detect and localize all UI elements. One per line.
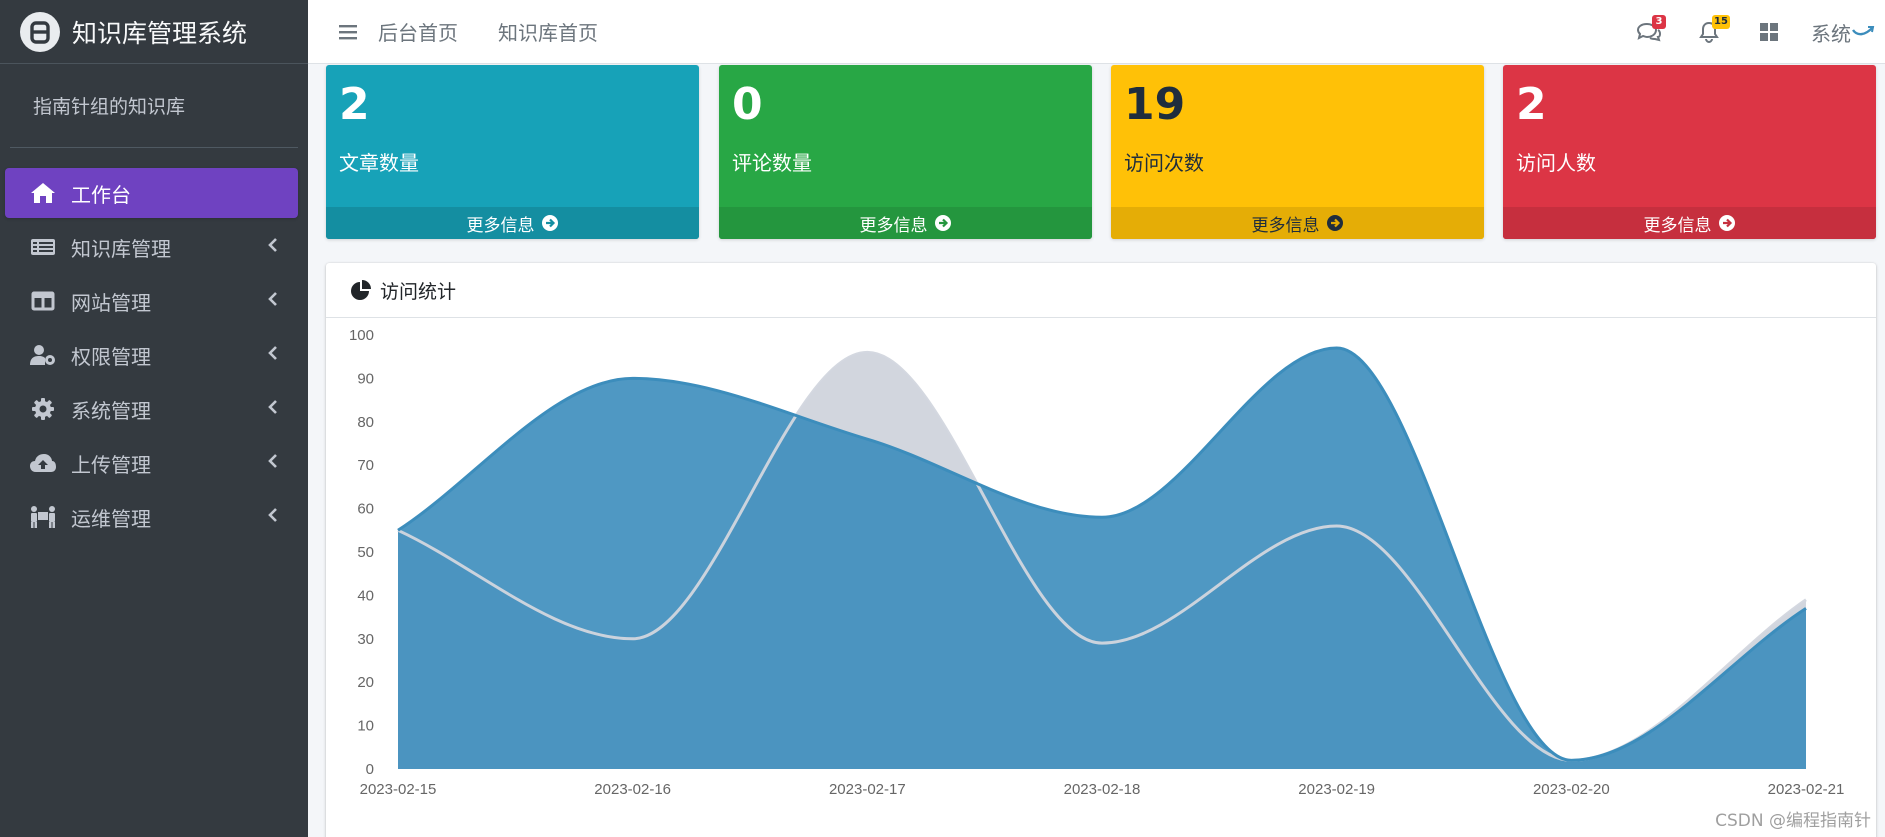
x-tick-label: 2023-02-16 [594, 781, 671, 798]
stat-box-articles: 2 文章数量 更多信息 [326, 65, 699, 239]
hamburger-icon [339, 24, 357, 39]
y-tick-label: 30 [357, 631, 374, 648]
top-navbar: 后台首页 知识库首页 3 15 系统 [308, 0, 1885, 64]
navbar-right: 3 15 系统 [1619, 0, 1885, 64]
stat-label: 评论数量 [732, 151, 812, 175]
sidebar-item-label: 权限管理 [71, 344, 151, 369]
chevron-left-icon [268, 237, 278, 257]
x-tick-label: 2023-02-18 [1064, 781, 1141, 798]
sidebar-item-label: 系统管理 [71, 398, 151, 423]
stat-value: 19 [1124, 79, 1186, 130]
stat-label: 访问次数 [1124, 151, 1204, 175]
app-title: 知识库管理系统 [72, 18, 248, 48]
chevron-left-icon [268, 399, 278, 419]
pie-chart-icon [351, 280, 371, 300]
user-menu-label: 系统 [1811, 21, 1851, 46]
visit-area-chart: 0 10 20 30 40 50 60 70 80 90 100 2023-02-15 2023-02-… [349, 327, 1845, 798]
home-icon [29, 181, 57, 205]
sidebar-item-label: 网站管理 [71, 290, 151, 315]
stat-more-link[interactable]: 更多信息 [719, 207, 1092, 239]
sidebar-nav: 工作台 知识库管理 网站管理 权限管理 系统管理 上传管理 运维管理 [0, 148, 308, 542]
series-area-2 [398, 348, 1806, 769]
sidebar-item-workbench[interactable]: 工作台 [5, 168, 298, 218]
stat-more-label: 更多信息 [466, 215, 535, 236]
stat-value: 2 [339, 79, 370, 130]
arrow-circle-right-icon [1718, 215, 1735, 231]
notifications-badge: 15 [1712, 15, 1730, 29]
y-tick-label: 60 [357, 501, 374, 518]
stat-box-visits: 19 访问次数 更多信息 [1111, 65, 1484, 239]
sidebar-item-upload[interactable]: 上传管理 [5, 438, 298, 488]
columns-icon [29, 289, 57, 313]
user-cog-icon [29, 343, 57, 367]
stat-more-link[interactable]: 更多信息 [1111, 207, 1484, 239]
brand[interactable]: 知识库管理系统 [0, 0, 308, 64]
y-tick-label: 0 [366, 761, 374, 778]
chevron-left-icon [268, 453, 278, 473]
y-tick-label: 10 [357, 718, 374, 735]
cloud-upload-icon [29, 451, 57, 475]
x-tick-label: 2023-02-17 [829, 781, 906, 798]
sidebar-item-permissions[interactable]: 权限管理 [5, 330, 298, 380]
apps-button[interactable] [1739, 0, 1799, 64]
card-header: 访问统计 [326, 263, 1876, 318]
admin-home-link[interactable]: 后台首页 [378, 17, 458, 46]
y-tick-label: 80 [357, 414, 374, 431]
x-tick-label: 2023-02-15 [360, 781, 437, 798]
gear-icon [29, 397, 57, 421]
stat-more-label: 更多信息 [1251, 215, 1320, 236]
user-panel[interactable]: 指南针组的知识库 [10, 64, 298, 148]
arrow-circle-right-icon [541, 215, 558, 231]
stat-label: 文章数量 [339, 151, 419, 175]
sidebar-item-label: 运维管理 [71, 506, 151, 531]
sidebar-item-label: 上传管理 [71, 452, 151, 477]
sidebar-item-system[interactable]: 系统管理 [5, 384, 298, 434]
menu-toggle-button[interactable] [318, 0, 378, 64]
y-tick-label: 40 [357, 587, 374, 604]
stat-label: 访问人数 [1516, 151, 1596, 175]
user-avatar-icon [1852, 26, 1875, 36]
visit-stats-card: 访问统计 0 10 20 30 40 50 60 70 80 90 100 2023-02-15 202… [326, 263, 1876, 837]
stat-box-visitors: 2 访问人数 更多信息 [1503, 65, 1876, 239]
sidebar-item-knowledge-base[interactable]: 知识库管理 [5, 222, 298, 272]
sidebar-item-label: 知识库管理 [71, 236, 171, 261]
stat-more-label: 更多信息 [859, 215, 928, 236]
y-tick-label: 70 [357, 457, 374, 474]
messages-button[interactable]: 3 [1619, 0, 1679, 64]
list-icon [29, 235, 57, 259]
stat-value: 2 [1516, 79, 1547, 130]
user-panel-name: 指南针组的知识库 [33, 96, 186, 118]
y-tick-label: 90 [357, 370, 374, 387]
sidebar-item-ops[interactable]: 运维管理 [5, 492, 298, 542]
stat-more-link[interactable]: 更多信息 [326, 207, 699, 239]
x-tick-label: 2023-02-19 [1298, 781, 1375, 798]
arrow-circle-right-icon [1326, 215, 1343, 231]
kb-home-link[interactable]: 知识库首页 [498, 17, 598, 46]
stat-value: 0 [732, 79, 763, 130]
notifications-button[interactable]: 15 [1679, 0, 1739, 64]
arrow-circle-right-icon [934, 215, 951, 231]
chevron-left-icon [268, 345, 278, 365]
chevron-left-icon [268, 291, 278, 311]
y-tick-label: 100 [349, 327, 374, 344]
stat-box-comments: 0 评论数量 更多信息 [719, 65, 1092, 239]
user-menu[interactable]: 系统 [1811, 18, 1875, 47]
x-tick-label: 2023-02-20 [1533, 781, 1610, 798]
people-carry-icon [29, 505, 57, 529]
card-title: 访问统计 [380, 280, 457, 303]
stat-more-label: 更多信息 [1643, 215, 1712, 236]
grid-icon [1760, 23, 1778, 41]
y-tick-label: 20 [357, 674, 374, 691]
sidebar-item-label: 工作台 [71, 182, 131, 207]
brand-logo-icon [20, 11, 60, 52]
sidebar: 知识库管理系统 指南针组的知识库 工作台 知识库管理 网站管理 权限管理 系统管… [0, 0, 308, 837]
chevron-left-icon [268, 507, 278, 527]
watermark: CSDN @编程指南针 [1715, 811, 1871, 831]
sidebar-item-website[interactable]: 网站管理 [5, 276, 298, 326]
y-tick-label: 50 [357, 544, 374, 561]
x-tick-label: 2023-02-21 [1768, 781, 1845, 798]
messages-badge: 3 [1652, 15, 1666, 29]
stat-more-link[interactable]: 更多信息 [1503, 207, 1876, 239]
